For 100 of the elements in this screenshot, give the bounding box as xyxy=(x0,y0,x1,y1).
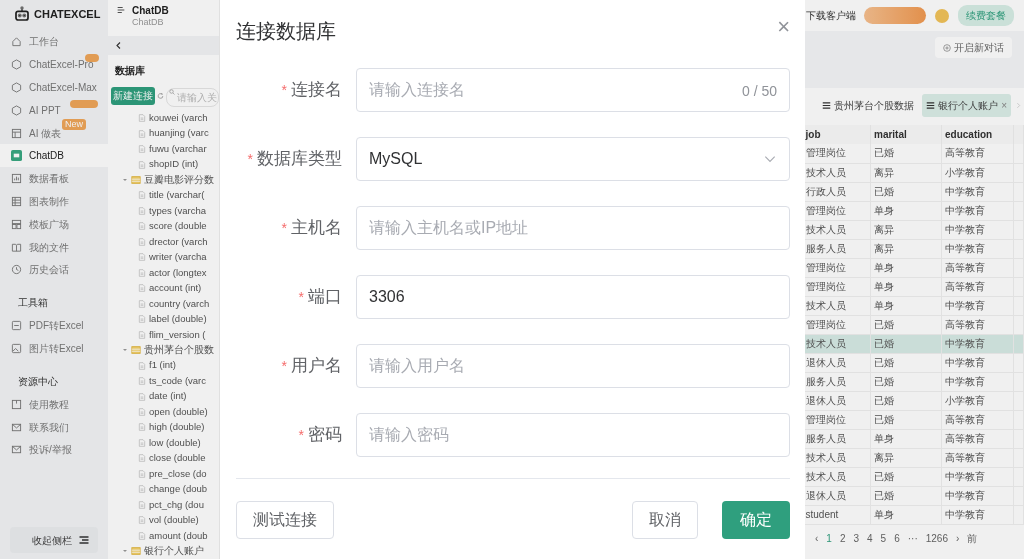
field-node[interactable]: vol (double) xyxy=(108,512,219,528)
table-node[interactable]: 银行个人账户 xyxy=(108,543,219,559)
page-button[interactable]: 5 xyxy=(880,530,887,546)
nav-item[interactable]: 使用教程 xyxy=(0,392,108,416)
nav-item[interactable]: ChatExcel-Max xyxy=(0,76,108,99)
goto-label: 前 xyxy=(967,531,978,546)
select-field[interactable]: MySQL xyxy=(356,137,790,181)
field-node[interactable]: huanjing (varc xyxy=(108,125,219,142)
field-node[interactable]: types (varcha xyxy=(108,203,219,219)
page-button[interactable]: 6 xyxy=(894,530,900,546)
table-cell: 高等教育 xyxy=(941,429,1014,448)
back-button[interactable] xyxy=(108,35,219,56)
file-icon xyxy=(138,222,146,231)
file-icon xyxy=(138,500,146,509)
nav-item[interactable]: 投诉/举报 xyxy=(0,438,108,462)
table-cell: 已婚 xyxy=(870,410,942,429)
table-node[interactable]: 豆瓣电影评分数 xyxy=(108,172,219,188)
previous-page-button[interactable]: ‹ xyxy=(815,530,819,546)
field-node[interactable]: fuwu (varchar xyxy=(108,141,219,157)
test-connection-button[interactable]: 测试连接 xyxy=(236,501,334,539)
nav-item[interactable]: 我的文件 xyxy=(0,235,108,259)
page-button[interactable]: ··· xyxy=(907,530,918,546)
table-cell: 中学教育 xyxy=(941,220,1014,239)
field-node[interactable]: score (double xyxy=(108,218,219,235)
input-field[interactable]: 3306 xyxy=(356,275,790,319)
file-icon xyxy=(138,160,146,169)
field-node[interactable]: change (doub xyxy=(108,481,219,498)
file-icon xyxy=(138,129,146,138)
image-icon xyxy=(11,342,22,354)
table-node[interactable]: 贵州茅台个股数 xyxy=(108,342,219,358)
column-header[interactable]: marital xyxy=(870,125,942,144)
nav-item[interactable]: 历史会话 xyxy=(0,258,108,282)
field-node[interactable]: high (double) xyxy=(108,419,219,436)
field-label: * 端口 xyxy=(297,286,343,309)
nav-item[interactable]: 图表制作 xyxy=(0,190,108,213)
file-icon xyxy=(138,454,146,463)
nav-item[interactable]: 联系我们 xyxy=(0,415,108,439)
field-node[interactable]: open (double) xyxy=(108,404,219,420)
field-node[interactable]: close (double xyxy=(108,450,219,467)
nav-item[interactable]: ChatDB xyxy=(0,144,108,168)
field-node[interactable]: amount (doub xyxy=(108,528,219,544)
next-page-button[interactable]: › xyxy=(955,530,960,546)
field-node[interactable]: pct_chg (dou xyxy=(108,497,219,513)
input-field[interactable]: 请输入主机名或IP地址 xyxy=(356,206,790,250)
field-node[interactable]: actor (longtex xyxy=(108,265,219,281)
column-header[interactable]: job xyxy=(802,125,871,144)
plus-circle-icon xyxy=(943,43,951,52)
table-cell: 单身 xyxy=(870,296,942,315)
panel-subtitle: ChatDB xyxy=(132,16,165,29)
field-node[interactable]: writer (varcha xyxy=(108,249,219,266)
file-icon xyxy=(138,361,146,370)
table-cell: 离异 xyxy=(870,220,942,239)
nav-item[interactable]: 工作台 xyxy=(0,30,108,54)
nav-item[interactable]: 模板广场 xyxy=(0,212,108,236)
nav-item[interactable]: AI 做表 New xyxy=(0,121,108,145)
field-node[interactable]: account (int) xyxy=(108,280,219,296)
new-chat-button[interactable]: 开启新对话 xyxy=(935,37,1012,58)
field-node[interactable]: country (varch xyxy=(108,296,219,312)
field-node[interactable]: f1 (int) xyxy=(108,357,219,374)
table-cell: 单身 xyxy=(870,429,942,448)
table-cell: 已婚 xyxy=(870,391,942,410)
field-node[interactable]: kouwei (varch xyxy=(108,110,219,126)
page-button[interactable]: 3 xyxy=(853,530,860,546)
field-node[interactable]: low (double) xyxy=(108,435,219,451)
field-node[interactable]: shopID (int) xyxy=(108,156,219,173)
field-node[interactable]: label (double) xyxy=(108,311,219,327)
chart-icon xyxy=(11,173,22,185)
new-connection-button[interactable]: 新建连接 xyxy=(111,87,155,106)
page-button[interactable]: 1266 xyxy=(925,530,948,546)
nav-item[interactable]: PDF转Excel xyxy=(0,314,108,338)
nav-item[interactable]: ChatExcel-Pro xyxy=(0,53,108,77)
cancel-button[interactable]: 取消 xyxy=(632,501,698,539)
page-button[interactable]: 2 xyxy=(839,530,846,546)
input-field[interactable]: 请输入密码 xyxy=(356,413,790,457)
download-link[interactable]: 下载客户端 xyxy=(806,8,856,23)
field-node[interactable]: title (varchar( xyxy=(108,187,219,204)
field-node[interactable]: pre_close (do xyxy=(108,466,219,482)
field-node[interactable]: drector (varch xyxy=(108,234,219,250)
table-cell: 中学教育 xyxy=(941,296,1014,315)
chevron-right-icon xyxy=(1015,101,1022,109)
page-button[interactable]: 4 xyxy=(867,530,873,546)
field-label: * 密码 xyxy=(297,424,343,447)
table-icon xyxy=(131,345,141,356)
nav-item[interactable]: 图片转Excel xyxy=(0,337,108,360)
avatar[interactable] xyxy=(934,7,950,24)
input-field[interactable]: 请输入用户名 xyxy=(356,344,790,388)
column-header[interactable]: education xyxy=(941,125,1014,144)
field-node[interactable]: flim_version ( xyxy=(108,326,219,343)
tab[interactable]: 贵州茅台个股数据 xyxy=(818,93,919,117)
promo-button[interactable] xyxy=(864,7,926,24)
menu-icon xyxy=(116,5,126,15)
collapse-sidebar-button[interactable]: 收起侧栏 xyxy=(10,527,98,553)
nav-item[interactable]: 数据看板 xyxy=(0,167,108,191)
field-node[interactable]: date (int) xyxy=(108,388,219,405)
table-cell: 小学教育 xyxy=(941,391,1014,410)
field-node[interactable]: ts_code (varc xyxy=(108,373,219,389)
table-cell: 高等教育 xyxy=(941,277,1014,296)
panel-title: ChatDB xyxy=(132,5,169,16)
db-icon xyxy=(11,150,22,162)
tab[interactable]: 银行个人账户 × xyxy=(922,93,1011,117)
